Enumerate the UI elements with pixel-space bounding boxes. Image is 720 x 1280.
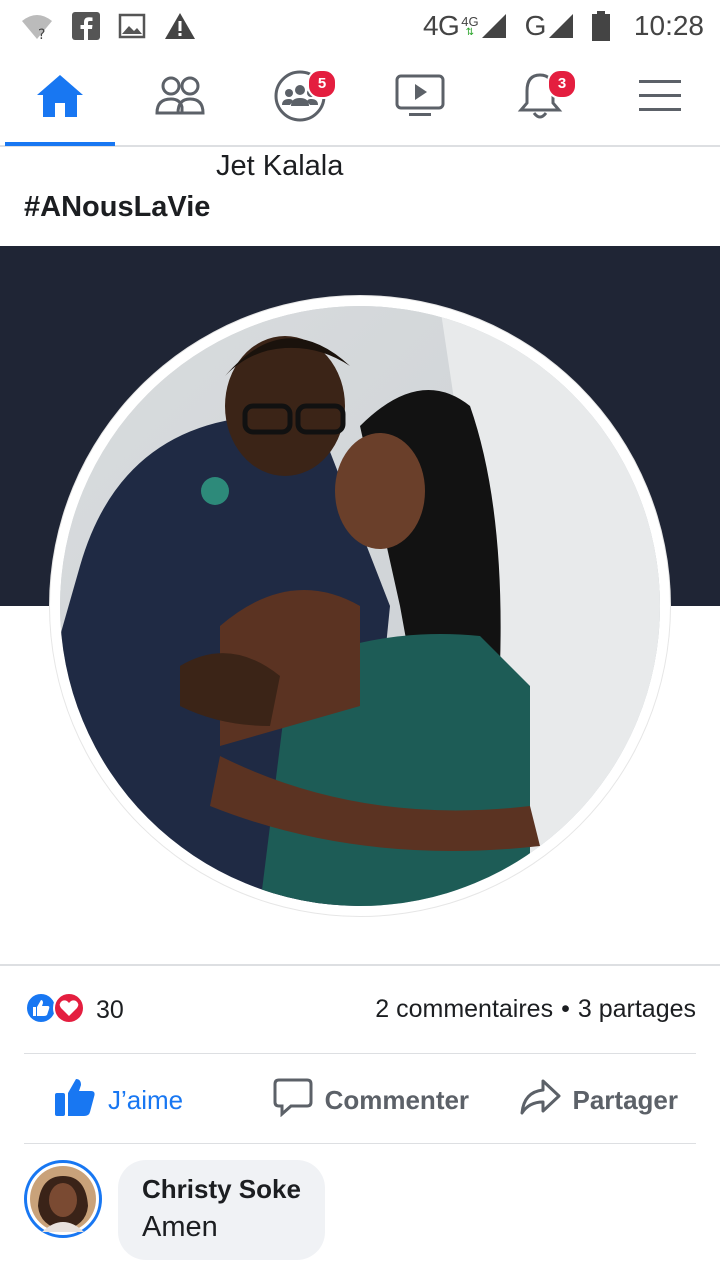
svg-text:?: ? xyxy=(38,27,45,41)
comment-label: Commenter xyxy=(324,1084,470,1115)
home-icon xyxy=(35,73,85,124)
facebook-icon xyxy=(72,12,100,40)
nav-menu[interactable] xyxy=(605,54,715,144)
signal-icon-2 xyxy=(548,14,573,38)
shares-count[interactable]: 3 partages xyxy=(578,995,696,1024)
groups-badge: 5 xyxy=(307,68,337,99)
couple-photo xyxy=(60,306,660,906)
status-bar: ? 4G 4G ⇅ G 10:28 xyxy=(0,0,720,52)
data-arrows-icon: ⇅ xyxy=(465,26,475,38)
share-label: Partager xyxy=(572,1084,679,1115)
reaction-summary[interactable]: 30 xyxy=(24,990,124,1030)
comment-button[interactable]: Commenter xyxy=(273,1077,469,1124)
post-hashtag[interactable]: #ANousLaVie xyxy=(24,191,210,224)
nav-friends[interactable] xyxy=(125,54,235,144)
divider xyxy=(24,1143,696,1144)
comment-bubble[interactable]: Christy Soke Amen xyxy=(118,1160,325,1260)
battery-icon xyxy=(591,11,610,41)
nav-home[interactable] xyxy=(5,54,115,146)
avatar[interactable] xyxy=(24,1160,102,1238)
wifi-question-icon: ? xyxy=(20,11,54,41)
status-right: 4G 4G ⇅ G 10:28 xyxy=(423,10,704,42)
notifications-badge: 3 xyxy=(547,68,577,99)
share-icon xyxy=(519,1078,561,1123)
divider xyxy=(24,1053,696,1054)
warning-icon xyxy=(164,12,196,40)
divider xyxy=(0,964,720,966)
clock: 10:28 xyxy=(633,10,704,41)
nav-notifications[interactable]: 3 xyxy=(485,54,595,144)
meta-separator: • xyxy=(561,995,570,1023)
share-button[interactable]: Partager xyxy=(519,1078,679,1123)
network-label: 4G xyxy=(422,10,460,41)
comment-author[interactable]: Christy Soke xyxy=(142,1174,301,1205)
network-sub-label: 4G xyxy=(461,13,479,29)
video-icon xyxy=(395,74,445,123)
post-actions: J’aime Commenter Partager xyxy=(24,1058,696,1142)
avatar-image xyxy=(30,1166,96,1232)
status-left: ? xyxy=(20,11,196,41)
menu-icon xyxy=(637,77,683,120)
nav-groups[interactable]: 5 xyxy=(245,54,355,144)
network-indicator: 4G 4G ⇅ xyxy=(423,10,507,42)
comment-item: Christy Soke Amen xyxy=(24,1160,325,1260)
reaction-icons xyxy=(24,991,86,1030)
engagement-meta: 2 commentaires • 3 partages xyxy=(375,995,696,1024)
top-nav: 5 3 xyxy=(0,52,720,147)
signal-icon xyxy=(481,14,506,38)
profile-photo xyxy=(60,306,660,906)
network-sub: 4G ⇅ xyxy=(461,15,478,38)
comment-text: Amen xyxy=(142,1211,218,1243)
second-network-indicator: G xyxy=(525,10,574,42)
love-reaction-icon xyxy=(52,991,86,1030)
like-label: J’aime xyxy=(108,1084,184,1115)
friends-icon xyxy=(154,75,206,122)
profile-photo-frame[interactable] xyxy=(0,246,720,964)
comments-count[interactable]: 2 commentaires xyxy=(375,995,553,1024)
second-network-label: G xyxy=(524,10,547,41)
like-button[interactable]: J’aime xyxy=(54,1077,183,1124)
comment-icon xyxy=(273,1077,313,1124)
post-author[interactable]: Jet Kalala xyxy=(216,150,343,183)
thumbs-up-icon xyxy=(54,1077,96,1124)
nav-watch[interactable] xyxy=(365,54,475,144)
image-icon xyxy=(118,13,146,39)
reaction-count: 30 xyxy=(96,995,124,1024)
